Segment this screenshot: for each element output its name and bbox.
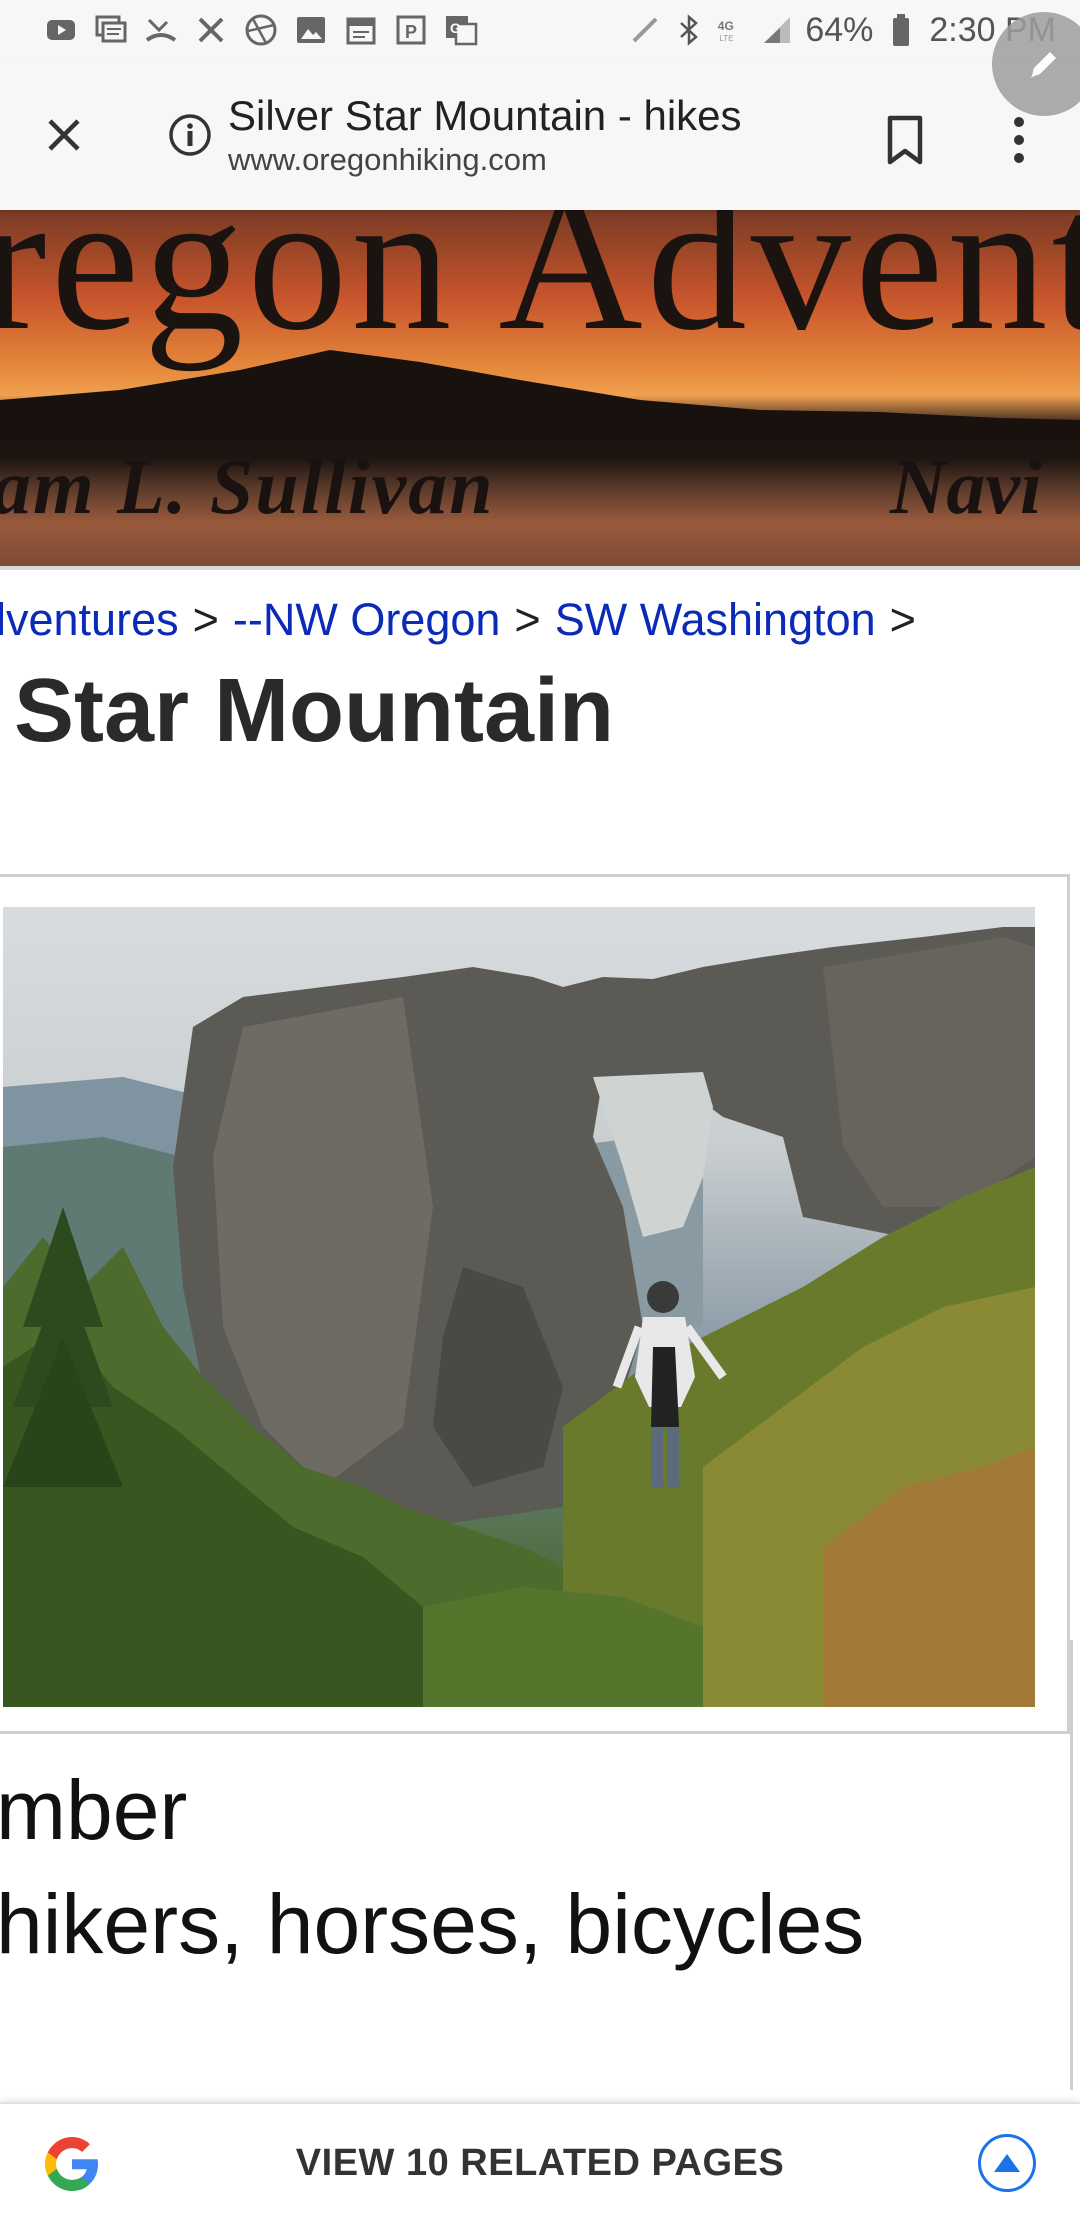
banner-nav: Navi xyxy=(890,443,1042,530)
message-icon xyxy=(94,13,128,47)
translate-icon: G xyxy=(444,13,478,47)
svg-text:4G: 4G xyxy=(718,19,734,33)
breadcrumb: lventures > --NW Oregon > SW Washington > xyxy=(0,594,930,646)
svg-text:P: P xyxy=(405,22,417,42)
custom-tab-toolbar: Silver Star Mountain - hikes www.oregonh… xyxy=(0,60,1080,210)
signal-icon xyxy=(761,13,793,47)
breadcrumb-link-adventures[interactable]: lventures xyxy=(0,594,179,645)
banner-author: am L. Sullivan xyxy=(0,443,495,530)
info-icon[interactable] xyxy=(166,111,214,159)
youtube-icon xyxy=(44,13,78,47)
svg-text:LTE: LTE xyxy=(720,34,734,43)
page-title-text: Silver Star Mountain - hikes xyxy=(228,92,742,140)
battery-percent: 64% xyxy=(805,10,874,49)
breadcrumb-separator: > xyxy=(514,594,541,645)
calendar-icon xyxy=(344,13,378,47)
edit-icon xyxy=(629,13,661,47)
page-url: www.oregonhiking.com xyxy=(228,141,547,177)
breadcrumb-separator: > xyxy=(192,594,219,645)
parking-icon: P xyxy=(394,13,428,47)
rock-arch-hiker-photo[interactable] xyxy=(3,907,1035,1707)
aperture-icon xyxy=(244,13,278,47)
site-banner[interactable]: regon Advent am L. Sullivan Navi xyxy=(0,210,1080,570)
notification-icons: P G xyxy=(44,13,478,47)
breadcrumb-link-nw-oregon[interactable]: --NW Oregon xyxy=(233,594,501,645)
close-icon[interactable] xyxy=(34,105,94,165)
related-pages-bar[interactable]: VIEW 10 RELATED PAGES xyxy=(0,2102,1080,2220)
related-pages-label[interactable]: VIEW 10 RELATED PAGES xyxy=(0,2142,1080,2185)
bookmark-icon[interactable] xyxy=(880,110,930,170)
tools-icon xyxy=(194,13,228,47)
trail-info-use: hikers, horses, bicycles xyxy=(0,1877,865,1971)
status-bar: P G 4G LTE 64% 2:30 PM xyxy=(0,0,1080,60)
battery-icon xyxy=(885,13,917,47)
page-identity[interactable]: Silver Star Mountain - hikes www.oregonh… xyxy=(228,92,742,177)
system-status: 4G LTE 64% 2:30 PM xyxy=(629,11,1056,50)
banner-headline: regon Advent xyxy=(0,210,1080,372)
content-border xyxy=(1070,1640,1073,2090)
page-title: Star Mountain xyxy=(14,661,614,761)
image-icon xyxy=(294,13,328,47)
screen: P G 4G LTE 64% 2:30 PM Silver Star Mount… xyxy=(0,0,1080,2220)
photo-card xyxy=(0,874,1070,1734)
breadcrumb-separator: > xyxy=(889,594,916,645)
svg-text:G: G xyxy=(450,20,461,36)
more-vert-icon[interactable] xyxy=(994,110,1044,170)
bluetooth-icon xyxy=(673,13,705,47)
expand-up-icon[interactable] xyxy=(978,2134,1036,2192)
lte-icon: 4G LTE xyxy=(717,13,749,47)
missed-call-icon xyxy=(144,13,178,47)
photo-illustration xyxy=(3,927,1035,1707)
trail-info-line: mber xyxy=(0,1763,188,1857)
breadcrumb-link-sw-washington[interactable]: SW Washington xyxy=(555,594,876,645)
